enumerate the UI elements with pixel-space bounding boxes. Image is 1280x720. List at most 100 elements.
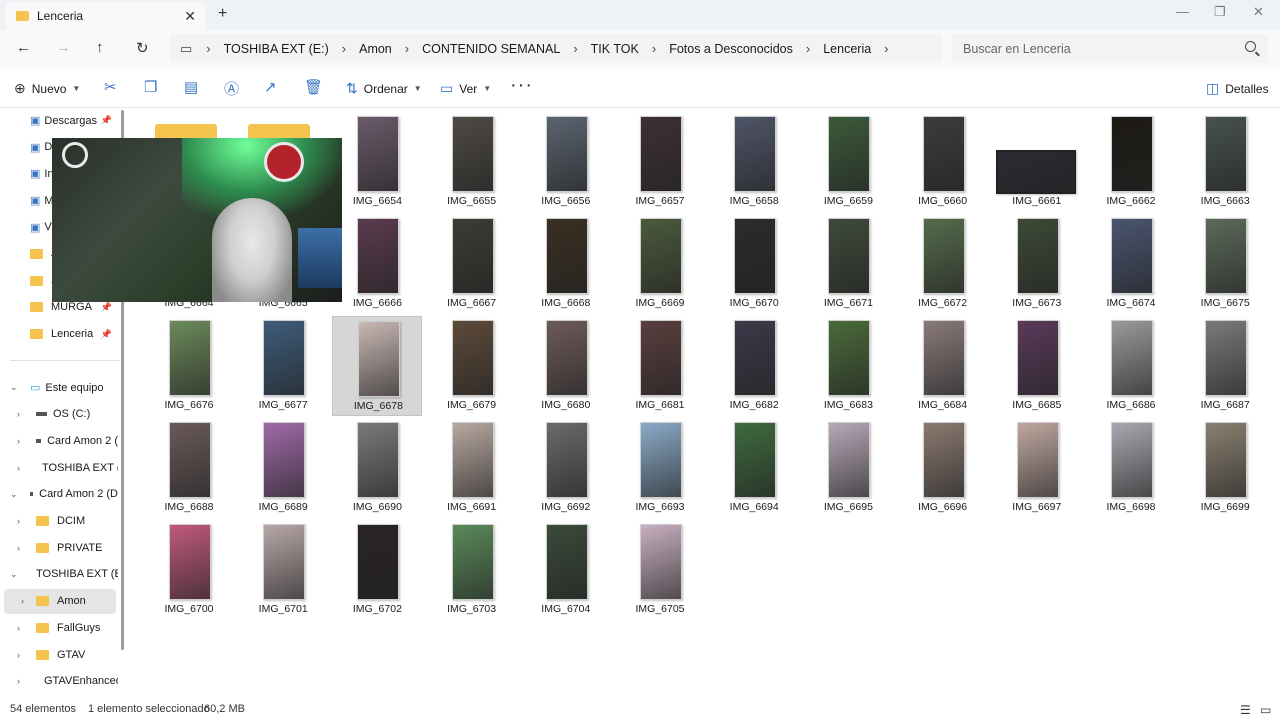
sidebar-item[interactable]: Lenceria 📌 <box>0 322 118 347</box>
file-item[interactable]: IMG_6660 <box>898 112 988 212</box>
copy-icon[interactable]: ❐ <box>144 78 157 96</box>
tree-item[interactable]: › TOSHIBA EXT ( <box>0 455 118 480</box>
file-item[interactable]: IMG_6657 <box>615 112 705 212</box>
file-item[interactable]: IMG_6705 <box>615 520 705 620</box>
file-item[interactable]: IMG_6691 <box>427 418 517 518</box>
file-item[interactable]: IMG_6690 <box>332 418 422 518</box>
file-item[interactable]: IMG_6703 <box>427 520 517 620</box>
file-item[interactable]: IMG_6661 <box>992 112 1082 212</box>
chevron-right-icon[interactable]: › <box>17 436 20 446</box>
tree-item[interactable]: › PRIVATE <box>0 535 118 560</box>
up-button[interactable]: ↑ <box>96 39 104 56</box>
refresh-button[interactable]: ↻ <box>136 39 149 57</box>
chevron-down-icon[interactable]: ⌄ <box>10 569 18 580</box>
file-item[interactable]: IMG_6689 <box>238 418 328 518</box>
file-item[interactable]: IMG_6683 <box>803 316 893 416</box>
file-item[interactable]: IMG_6698 <box>1086 418 1176 518</box>
file-item[interactable]: IMG_6679 <box>427 316 517 416</box>
file-item[interactable]: IMG_6667 <box>427 214 517 314</box>
breadcrumb-item[interactable]: TOSHIBA EXT (E:) <box>224 42 329 56</box>
file-item[interactable]: IMG_6687 <box>1180 316 1270 416</box>
breadcrumb-item[interactable]: Fotos a Desconocidos <box>669 42 793 56</box>
file-item[interactable]: IMG_6662 <box>1086 112 1176 212</box>
file-item[interactable]: IMG_6686 <box>1086 316 1176 416</box>
chevron-right-icon[interactable]: › <box>17 650 20 660</box>
back-button[interactable]: ← <box>16 39 31 56</box>
tiles-view-icon[interactable]: ▭ <box>1260 703 1271 717</box>
file-item[interactable]: IMG_6697 <box>992 418 1082 518</box>
file-item[interactable]: IMG_6695 <box>803 418 893 518</box>
file-item[interactable]: IMG_6701 <box>238 520 328 620</box>
file-item[interactable]: IMG_6655 <box>427 112 517 212</box>
breadcrumb-item[interactable]: Lenceria <box>823 42 871 56</box>
file-item[interactable]: IMG_6674 <box>1086 214 1176 314</box>
view-button[interactable]: ▭ Ver ▼ <box>440 80 491 97</box>
tree-item[interactable]: › Card Amon 2 ( <box>0 428 118 453</box>
file-item[interactable]: IMG_6681 <box>615 316 705 416</box>
file-item[interactable]: IMG_6669 <box>615 214 705 314</box>
tree-item[interactable]: ⌄ Card Amon 2 (D <box>0 482 118 507</box>
address-bar[interactable]: ▭ › TOSHIBA EXT (E:) › Amon › CONTENIDO … <box>170 34 942 63</box>
file-item[interactable]: IMG_6675 <box>1180 214 1270 314</box>
file-item[interactable]: IMG_6677 <box>238 316 328 416</box>
new-button[interactable]: ⊕ Nuevo ▼ <box>14 80 80 97</box>
file-item[interactable]: IMG_6684 <box>898 316 988 416</box>
file-item[interactable]: IMG_6685 <box>992 316 1082 416</box>
new-tab-button[interactable]: + <box>218 5 227 23</box>
chevron-right-icon[interactable]: › <box>17 676 20 686</box>
forward-button[interactable]: → <box>56 39 71 56</box>
file-item[interactable]: IMG_6673 <box>992 214 1082 314</box>
tree-item[interactable]: › FallGuys <box>0 615 118 640</box>
cut-icon[interactable]: ✂ <box>104 78 117 96</box>
file-item[interactable]: IMG_6663 <box>1180 112 1270 212</box>
chevron-down-icon[interactable]: ⌄ <box>10 489 18 500</box>
file-item[interactable]: IMG_6668 <box>521 214 611 314</box>
details-view-icon[interactable]: ☰ <box>1240 703 1251 717</box>
file-item[interactable]: IMG_6682 <box>709 316 799 416</box>
chevron-right-icon[interactable]: › <box>17 516 20 526</box>
file-item[interactable]: IMG_6680 <box>521 316 611 416</box>
file-item[interactable]: IMG_6702 <box>332 520 422 620</box>
file-item[interactable]: IMG_6704 <box>521 520 611 620</box>
file-item[interactable]: IMG_6678 <box>332 316 423 416</box>
maximize-button[interactable]: ❐ <box>1214 4 1226 20</box>
file-item[interactable]: IMG_6676 <box>144 316 234 416</box>
file-item[interactable]: IMG_6654 <box>332 112 422 212</box>
file-item[interactable]: IMG_6699 <box>1180 418 1270 518</box>
share-icon[interactable]: ↗ <box>264 78 277 96</box>
file-item[interactable]: IMG_6688 <box>144 418 234 518</box>
sidebar-item[interactable]: ▣ Descargas 📌 <box>0 108 118 133</box>
tab-lenceria[interactable]: Lenceria ✕ <box>6 2 206 30</box>
paste-icon[interactable]: ▤ <box>184 78 198 96</box>
chevron-down-icon[interactable]: ⌄ <box>10 382 18 393</box>
chevron-right-icon[interactable]: › <box>17 623 20 633</box>
breadcrumb-item[interactable]: Amon <box>359 42 392 56</box>
breadcrumb-item[interactable]: TIK TOK <box>591 42 639 56</box>
file-item[interactable]: IMG_6692 <box>521 418 611 518</box>
tree-item[interactable]: › GTAV <box>0 642 118 667</box>
rename-icon[interactable]: Ⓐ <box>224 78 239 99</box>
tree-item[interactable]: ⌄ ▭ Este equipo <box>0 375 118 400</box>
details-button[interactable]: ◫ Detalles <box>1206 80 1269 97</box>
breadcrumb-item[interactable]: CONTENIDO SEMANAL <box>422 42 560 56</box>
delete-icon[interactable]: 🗑 <box>304 78 323 96</box>
tree-item[interactable]: › GTAVEnhanced <box>0 669 118 694</box>
file-item[interactable]: IMG_6656 <box>521 112 611 212</box>
file-item[interactable]: IMG_6693 <box>615 418 705 518</box>
close-window-button[interactable]: ✕ <box>1253 4 1264 20</box>
tree-item[interactable]: › OS (C:) <box>0 402 118 427</box>
chevron-right-icon[interactable]: › <box>17 543 20 553</box>
file-item[interactable]: IMG_6700 <box>144 520 234 620</box>
chevron-right-icon[interactable]: › <box>17 463 20 473</box>
search-input[interactable]: Buscar en Lenceria <box>952 34 1268 63</box>
chevron-right-icon[interactable]: › <box>21 596 24 606</box>
file-item[interactable]: IMG_6670 <box>709 214 799 314</box>
tree-item[interactable]: › Amon <box>4 588 116 614</box>
close-tab-icon[interactable]: ✕ <box>184 8 196 25</box>
tree-item[interactable]: ⌄ TOSHIBA EXT (E <box>0 562 118 587</box>
file-item[interactable]: IMG_6672 <box>898 214 988 314</box>
sort-button[interactable]: ⇅ Ordenar ▼ <box>346 80 422 97</box>
file-item[interactable]: IMG_6696 <box>898 418 988 518</box>
more-options-icon[interactable]: ··· <box>510 74 533 97</box>
file-item[interactable]: IMG_6666 <box>332 214 422 314</box>
